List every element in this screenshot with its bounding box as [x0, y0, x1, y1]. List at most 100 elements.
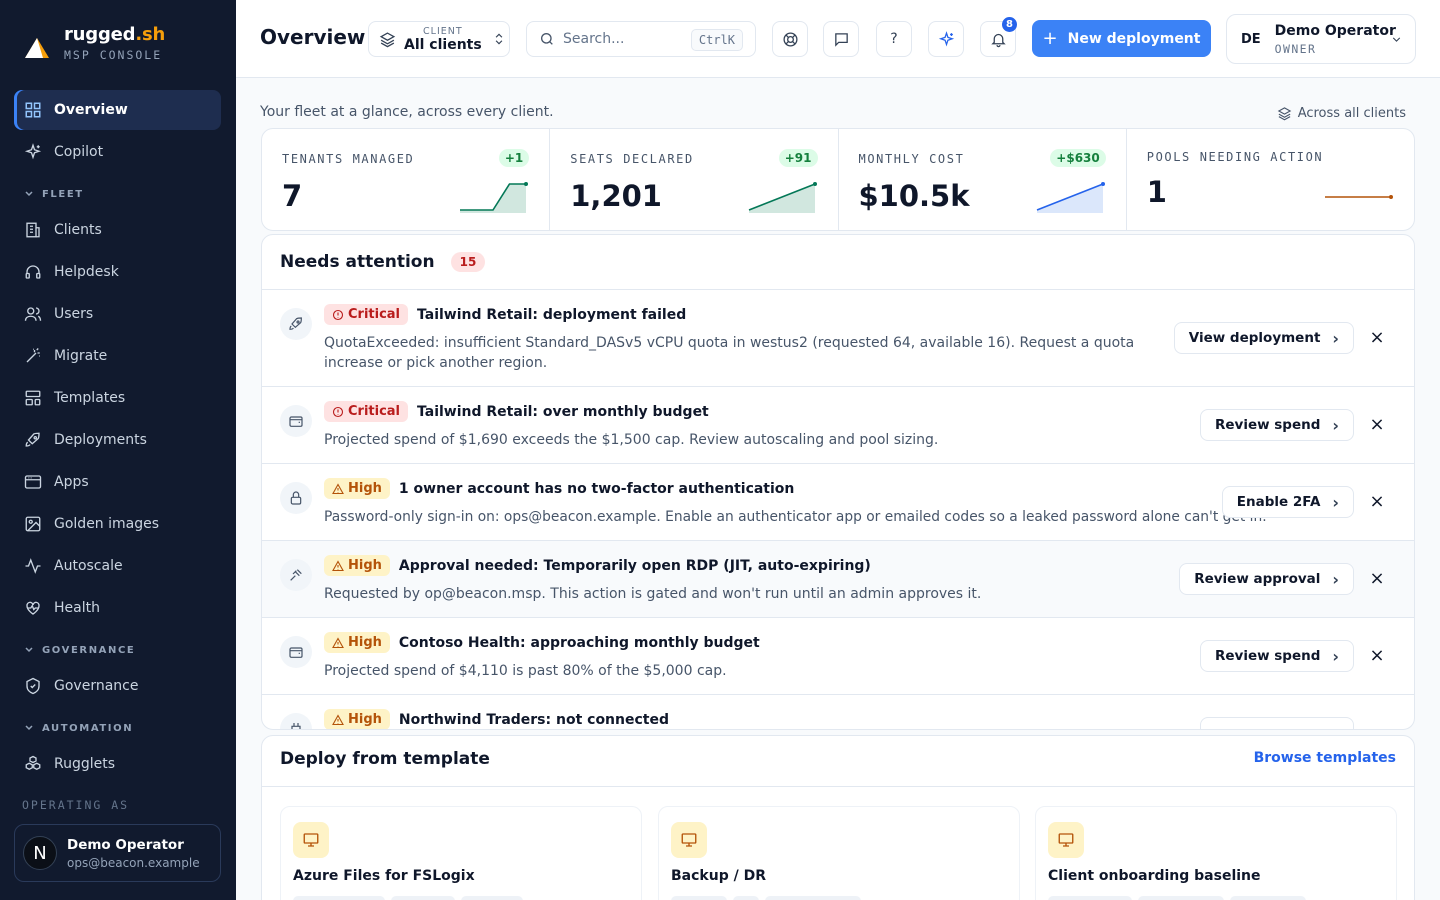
copilot-button[interactable]	[928, 21, 964, 57]
client-selector-value: All clients	[404, 36, 482, 53]
chevron-right-icon: ›	[1332, 328, 1339, 348]
kpi-delta: +$630	[1050, 149, 1106, 167]
sidebar-item-deployments[interactable]: Deployments	[14, 420, 221, 460]
template-card[interactable]: Backup / DR	[658, 806, 1020, 900]
severity-badge: High	[324, 478, 390, 499]
alert-circle-icon	[332, 309, 344, 320]
attention-item-action-button[interactable]	[1200, 717, 1354, 729]
kpi-label: TENANTS MANAGED	[282, 152, 415, 166]
attention-count-badge: 15	[450, 252, 486, 272]
image-icon	[25, 516, 41, 532]
sidebar-item-rugglets[interactable]: Rugglets	[14, 744, 221, 784]
sidebar-item-helpdesk[interactable]: Helpdesk	[14, 252, 221, 292]
attention-item: High Approval needed: Temporarily open R…	[262, 541, 1414, 618]
severity-badge: Critical	[324, 401, 409, 422]
dismiss-button[interactable]: ×	[1368, 493, 1386, 511]
sidebar-item-copilot[interactable]: Copilot	[14, 132, 221, 172]
view-deployment-button[interactable]: View deployment ›	[1173, 322, 1354, 354]
brand-subtitle: MSP CONSOLE	[64, 48, 163, 62]
sidebar-item-overview[interactable]: Overview	[14, 90, 221, 130]
sparkline-end-dot	[524, 182, 529, 186]
section-governance[interactable]: GOVERNANCE	[14, 638, 221, 662]
operating-as-label: OPERATING AS	[22, 798, 130, 812]
alert-circle-icon	[332, 406, 344, 417]
support-button[interactable]	[772, 21, 808, 57]
plug-icon	[280, 713, 312, 729]
sidebar-item-label: Helpdesk	[54, 264, 119, 280]
review-approval-button[interactable]: Review approval ›	[1179, 563, 1354, 595]
rocket-icon	[280, 308, 312, 340]
sidebar-item-health[interactable]: Health	[14, 588, 221, 628]
attention-item-description: QuotaExceeded: insufficient Standard_DAS…	[324, 335, 1135, 371]
dismiss-button[interactable]: ×	[1368, 647, 1386, 665]
dismiss-button[interactable]: ×	[1368, 329, 1386, 347]
section-fleet[interactable]: FLEET	[14, 182, 221, 206]
template-card[interactable]: Azure Files for FSLogix	[280, 806, 642, 900]
review-spend-button[interactable]: Review spend ›	[1199, 409, 1354, 441]
app-window-icon	[24, 475, 42, 489]
sidebar-item-governance[interactable]: Governance	[14, 666, 221, 706]
attention-item-title: Approval needed: Temporarily open RDP (J…	[398, 557, 871, 574]
kpi-pools-needing-action[interactable]: POOLS NEEDING ACTION 1	[1127, 129, 1414, 230]
sidebar-item-clients[interactable]: Clients	[14, 210, 221, 250]
monitor-icon	[671, 822, 707, 858]
notifications-button[interactable]: 8	[980, 17, 1017, 57]
sidebar-item-label: Rugglets	[54, 756, 116, 772]
sidebar-item-label: Clients	[54, 222, 102, 238]
enable-2fa-button[interactable]: Enable 2FA ›	[1221, 486, 1354, 518]
sidebar-item-label: Copilot	[54, 144, 104, 160]
chevron-right-icon: ›	[1332, 492, 1339, 512]
template-card[interactable]: Client onboarding baseline	[1035, 806, 1397, 900]
kpi-tenants-managed[interactable]: TENANTS MANAGED 7 +1	[262, 129, 551, 230]
needs-attention-header: Needs attention 15	[262, 235, 1414, 290]
lock-icon	[280, 482, 312, 514]
activity-icon	[25, 558, 41, 574]
sidebar-item-golden-images[interactable]: Golden images	[14, 504, 221, 544]
overview-subtitle: Your fleet at a glance, across every cli…	[260, 104, 554, 120]
new-deployment-button[interactable]: + New deployment	[1032, 20, 1211, 57]
dismiss-button[interactable]: ×	[1368, 416, 1386, 434]
severity-badge: Critical	[324, 304, 409, 325]
kpi-strip: TENANTS MANAGED 7 +1 SEATS DECLARED 1,20…	[261, 128, 1415, 231]
template-icon	[25, 390, 41, 406]
sidebar-item-migrate[interactable]: Migrate	[14, 336, 221, 376]
attention-item-title: Tailwind Retail: deployment failed	[417, 306, 687, 323]
sidebar-item-users[interactable]: Users	[14, 294, 221, 334]
user-menu[interactable]: DE Demo Operator OWNER	[1226, 14, 1416, 64]
client-selector[interactable]: CLIENT All clients	[368, 21, 510, 57]
brand[interactable]: rugged.sh MSP CONSOLE	[22, 24, 165, 62]
messages-button[interactable]	[823, 21, 859, 57]
kpi-delta: +91	[778, 149, 818, 167]
kpi-value: 1	[1146, 175, 1167, 209]
client-selector-label: CLIENT	[423, 25, 463, 37]
building-icon	[26, 222, 40, 238]
operator-name: Demo Operator	[67, 836, 184, 853]
user-initials: DE	[1241, 31, 1261, 47]
sidebar-item-autoscale[interactable]: Autoscale	[14, 546, 221, 586]
browse-templates-link[interactable]: Browse templates	[1254, 750, 1396, 766]
kpi-value: 1,201	[570, 179, 662, 213]
kpi-seats-declared[interactable]: SEATS DECLARED 1,201 +91	[550, 129, 839, 230]
kpi-delta: +1	[498, 149, 530, 167]
kpi-sparkline	[1325, 195, 1393, 199]
layers-icon	[379, 31, 396, 47]
sidebar-item-apps[interactable]: Apps	[14, 462, 221, 502]
rocket-icon	[25, 432, 40, 447]
kpi-monthly-cost[interactable]: MONTHLY COST $10.5k +$630	[839, 129, 1127, 230]
section-automation[interactable]: AUTOMATION	[14, 716, 221, 740]
operator-card[interactable]: N Demo Operator ops@beacon.example	[14, 824, 221, 882]
needs-attention-title: Needs attention	[280, 252, 435, 272]
divider	[262, 786, 1414, 787]
help-button[interactable]: ?	[876, 21, 912, 57]
sidebar-item-templates[interactable]: Templates	[14, 378, 221, 418]
template-name: Azure Files for FSLogix	[293, 868, 475, 884]
sidebar-item-label: Templates	[54, 390, 126, 406]
wand-icon	[26, 348, 40, 363]
alert-triangle-icon	[332, 482, 344, 494]
search-icon	[541, 33, 553, 45]
dismiss-button[interactable]: ×	[1368, 570, 1386, 588]
search-input[interactable]: Search... CtrlK	[526, 21, 756, 57]
wallet-icon	[280, 405, 312, 437]
review-spend-button[interactable]: Review spend ›	[1199, 640, 1354, 672]
sidebar-item-label: Golden images	[54, 516, 160, 532]
